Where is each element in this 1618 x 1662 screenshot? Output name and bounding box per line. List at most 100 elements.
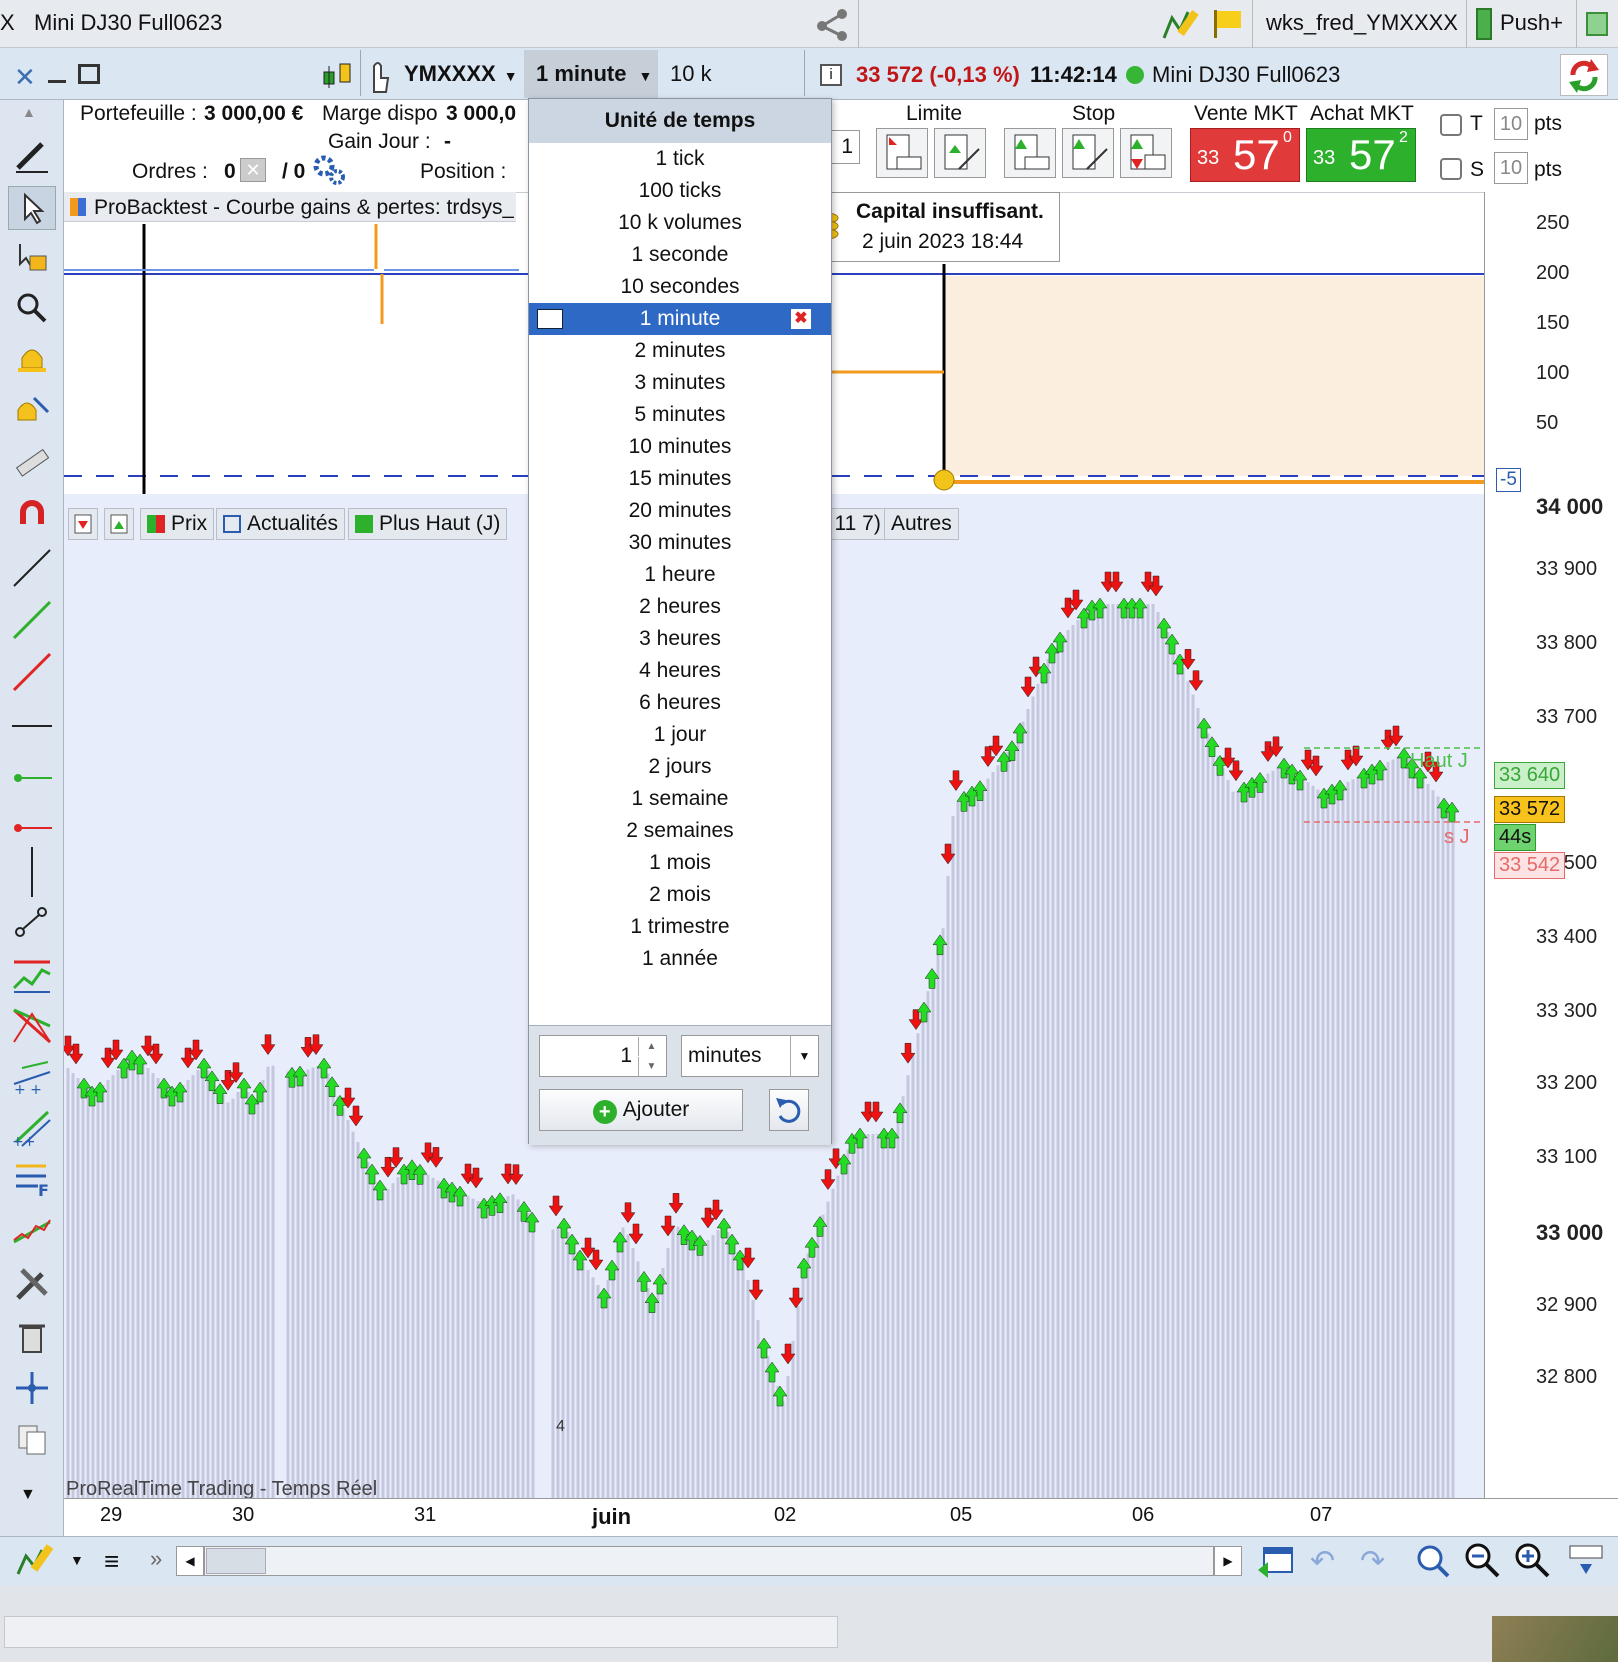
sell-market-button[interactable]: 33 57 0 <box>1190 128 1300 182</box>
flag-icon[interactable] <box>1210 6 1246 42</box>
magnet-icon[interactable] <box>8 492 56 536</box>
timeframe-option[interactable]: 1 mois <box>529 847 831 879</box>
move-icon[interactable] <box>8 1366 56 1410</box>
remove-icon[interactable]: ✖ <box>791 309 811 329</box>
timeframe-option[interactable]: 3 heures <box>529 623 831 655</box>
symbol-selector[interactable]: YMXXXX ▼ <box>398 52 522 96</box>
pointer-icon[interactable] <box>8 186 56 230</box>
period-unit-select[interactable]: minutes ▼ <box>681 1035 819 1077</box>
panel-icon[interactable] <box>1586 12 1608 36</box>
segment-tool-icon[interactable] <box>8 902 56 946</box>
s-checkbox[interactable] <box>1440 158 1462 180</box>
timeframe-option[interactable]: 10 k volumes <box>529 207 831 239</box>
timeframe-option[interactable]: 1 heure <box>529 559 831 591</box>
open-order-button[interactable] <box>104 508 134 540</box>
vertical-line-icon[interactable] <box>8 842 56 902</box>
reset-button[interactable] <box>769 1089 809 1131</box>
fibonacci-icon[interactable]: F <box>8 1158 56 1202</box>
timeframe-option[interactable]: 1 jour <box>529 719 831 751</box>
expand-icon[interactable]: » <box>150 1546 162 1572</box>
maximize-icon[interactable] <box>78 64 100 84</box>
workspace-name[interactable]: wks_fred_YMXXXX <box>1266 10 1458 36</box>
s-points-input[interactable]: 10 <box>1494 152 1528 184</box>
t-checkbox[interactable] <box>1440 114 1462 136</box>
timeframe-option[interactable]: 2 jours <box>529 751 831 783</box>
units-selector[interactable]: 10 k unités▼ <box>660 52 800 130</box>
refresh-icon[interactable] <box>1560 54 1608 96</box>
trash-icon[interactable] <box>8 1314 56 1358</box>
timeframe-option[interactable]: 2 heures <box>529 591 831 623</box>
timeframe-option[interactable]: 2 mois <box>529 879 831 911</box>
channel-tool-icon[interactable] <box>8 954 56 998</box>
horizontal-line-icon[interactable] <box>8 704 56 748</box>
period-spinner[interactable]: 1 ▲ ▼ <box>539 1035 667 1077</box>
cross-points-icon[interactable]: ++ <box>8 1106 56 1150</box>
timeframe-option[interactable]: 1 semaine <box>529 783 831 815</box>
lock-cursor-icon[interactable] <box>8 236 56 280</box>
timeframe-option[interactable]: 30 minutes <box>529 527 831 559</box>
copy-icon[interactable] <box>8 1418 56 1462</box>
timeframe-option[interactable]: 100 ticks <box>529 175 831 207</box>
timeframe-option[interactable]: 1 tick <box>529 143 831 175</box>
gears-icon[interactable] <box>312 154 346 186</box>
scroll-left-button[interactable]: ◀ <box>176 1546 204 1576</box>
share-icon[interactable] <box>812 4 852 44</box>
grid-points-icon[interactable]: + + <box>8 1054 56 1098</box>
timeframe-option-selected[interactable]: 1 minute <box>529 303 831 335</box>
scroll-up-icon[interactable]: ▲ <box>22 104 36 120</box>
info-icon[interactable]: i <box>820 64 842 86</box>
timeframe-selector[interactable]: 1 minute ▼ <box>524 50 658 98</box>
timeframe-option[interactable]: 1 année <box>529 943 831 975</box>
timeframe-option[interactable]: 3 minutes <box>529 367 831 399</box>
zoom-fit-icon[interactable] <box>1412 1540 1452 1580</box>
downtrend-line-icon[interactable] <box>8 650 56 694</box>
ruler-icon[interactable] <box>8 440 56 484</box>
chevron-down-icon[interactable]: ▼ <box>70 1552 84 1568</box>
push-button[interactable]: Push+ <box>1500 10 1563 36</box>
tab-autres[interactable]: Autres <box>884 508 959 540</box>
menu-icon[interactable]: ≡ <box>104 1546 119 1577</box>
stop-sell-button[interactable] <box>1004 128 1056 178</box>
alert-bell-icon[interactable] <box>8 338 56 382</box>
horizontal-scrollbar[interactable] <box>204 1546 1214 1576</box>
tools-icon[interactable] <box>8 1262 56 1306</box>
limit-buy-button[interactable] <box>934 128 986 178</box>
zoom-icon[interactable] <box>8 286 56 330</box>
pencil-chart-icon[interactable] <box>14 1540 54 1580</box>
pencil-chart-icon[interactable] <box>1160 4 1200 44</box>
timeframe-option[interactable]: 2 semaines <box>529 815 831 847</box>
stop-trailing-button[interactable] <box>1120 128 1172 178</box>
timeframe-option[interactable]: 6 heures <box>529 687 831 719</box>
line-tool-icon[interactable] <box>8 546 56 590</box>
calendar-icon[interactable] <box>1256 1540 1296 1580</box>
regression-icon[interactable] <box>8 1210 56 1254</box>
tab-actualites[interactable]: Actualités <box>216 508 346 540</box>
fan-tool-icon[interactable] <box>8 1004 56 1048</box>
uptrend-line-icon[interactable] <box>8 598 56 642</box>
scroll-down-icon[interactable]: ▼ <box>20 1486 36 1504</box>
close-window-button[interactable]: X <box>0 10 15 36</box>
scroll-right-button[interactable]: ▶ <box>1214 1546 1242 1576</box>
timeframe-option[interactable]: 20 minutes <box>529 495 831 527</box>
minimize-icon[interactable] <box>48 80 66 83</box>
close-chart-icon[interactable]: ✕ <box>14 62 36 93</box>
hand-icon[interactable] <box>366 56 392 96</box>
timeframe-option[interactable]: 5 minutes <box>529 399 831 431</box>
timeframe-option[interactable]: 10 secondes <box>529 271 831 303</box>
zoom-out-icon[interactable] <box>1462 1540 1502 1580</box>
close-order-button[interactable] <box>68 508 98 540</box>
spin-up-icon[interactable]: ▲ <box>638 1037 664 1056</box>
undo-icon[interactable]: ↶ <box>1310 1544 1335 1579</box>
keyboard-icon[interactable] <box>1566 1542 1606 1578</box>
stop-buy-button[interactable] <box>1062 128 1114 178</box>
redo-icon[interactable]: ↷ <box>1360 1544 1385 1579</box>
timeframe-option[interactable]: 1 trimestre <box>529 911 831 943</box>
buy-market-button[interactable]: 33 57 2 <box>1306 128 1416 182</box>
timeframe-option[interactable]: 10 minutes <box>529 431 831 463</box>
timeframe-option[interactable]: 15 minutes <box>529 463 831 495</box>
candlestick-type-icon[interactable] <box>320 60 356 90</box>
timeframe-option[interactable]: 1 seconde <box>529 239 831 271</box>
tab-prix[interactable]: Prix <box>140 508 215 540</box>
pencil-icon[interactable] <box>8 132 56 176</box>
cancel-orders-icon[interactable]: ✕ <box>240 158 266 182</box>
